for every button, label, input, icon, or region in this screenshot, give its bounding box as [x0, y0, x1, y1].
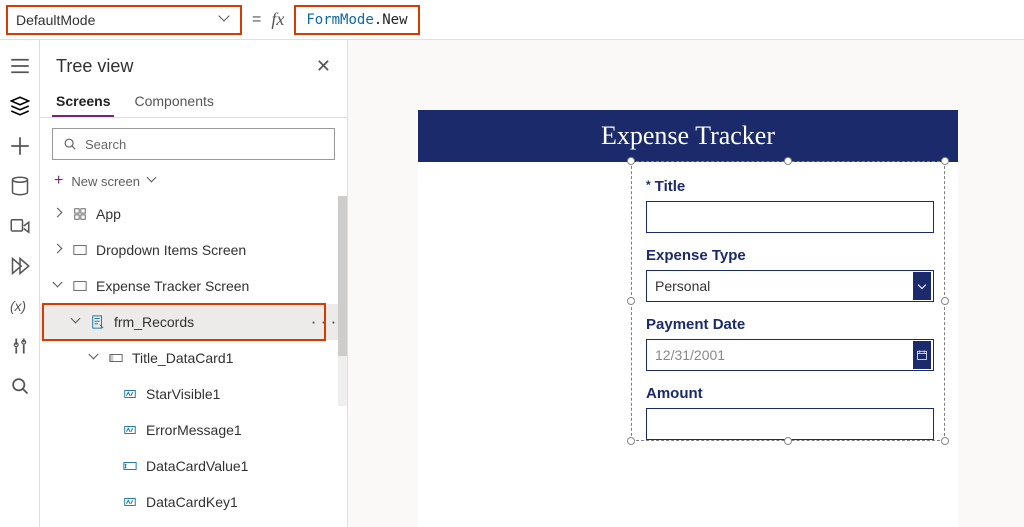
field-label-title: *Title: [646, 178, 934, 195]
chevron-down-icon: [54, 281, 64, 291]
formula-token-member: New: [382, 12, 407, 28]
tree-node-datacardkey[interactable]: DataCardKey1: [40, 484, 347, 520]
chevron-down-icon: [72, 317, 82, 327]
screen-icon: [72, 242, 88, 258]
resize-handle[interactable]: [941, 297, 949, 305]
dropdown-button[interactable]: [913, 272, 931, 300]
property-selector-value: DefaultMode: [16, 12, 95, 28]
chevron-right-icon: [54, 245, 64, 255]
title-input[interactable]: [646, 201, 934, 233]
new-screen-button[interactable]: + New screen: [40, 166, 347, 196]
tree-node-label: DataCardValue1: [146, 458, 248, 474]
tree-node-label: DataCardKey1: [146, 494, 238, 510]
tree-node-datacardvalue[interactable]: DataCardValue1: [40, 448, 347, 484]
tree-node-expense-screen[interactable]: Expense Tracker Screen: [40, 268, 347, 304]
variables-icon[interactable]: (x): [10, 296, 30, 316]
search-placeholder: Search: [85, 137, 126, 152]
tree-node-title-datacard[interactable]: Title_DataCard1: [40, 340, 347, 376]
more-options-icon[interactable]: · · ·: [312, 315, 337, 330]
chevron-down-icon: [220, 14, 232, 26]
app-header: Expense Tracker: [418, 110, 958, 162]
svg-text:(x): (x): [10, 299, 26, 314]
field-label-amount: Amount: [646, 385, 934, 402]
required-star-icon: *: [646, 178, 651, 192]
fx-icon: fx: [271, 9, 284, 30]
tree-node-label: StarVisible1: [146, 386, 220, 402]
data-icon[interactable]: [10, 176, 30, 196]
resize-handle[interactable]: [627, 157, 635, 165]
tree-node-label: Title_DataCard1: [132, 350, 233, 366]
search-icon: [63, 137, 77, 151]
field-label-expense-type: Expense Type: [646, 247, 934, 264]
formula-token-type: FormMode: [306, 12, 373, 28]
expense-type-value: Personal: [655, 278, 710, 294]
app-body: *Title Expense Type Personal Payment Dat…: [418, 162, 958, 527]
property-selector[interactable]: DefaultMode: [6, 5, 242, 35]
field-label-payment-date: Payment Date: [646, 316, 934, 333]
chevron-down-icon: [148, 176, 158, 186]
tab-components[interactable]: Components: [130, 87, 217, 117]
tree-node-label: ErrorMessage1: [146, 422, 242, 438]
equals-sign: =: [252, 11, 261, 29]
design-canvas[interactable]: Expense Tracker *Title Expense Type: [348, 40, 1024, 527]
close-icon[interactable]: ✕: [316, 56, 331, 77]
tree-node-label: App: [96, 206, 121, 222]
search-input[interactable]: Search: [52, 128, 335, 160]
datacard-icon: [108, 350, 124, 366]
chevron-down-icon: [918, 280, 926, 288]
main-area: (x) Tree view ✕ Screens Components Searc…: [0, 40, 1024, 527]
label-icon: [122, 494, 138, 510]
app-title: Expense Tracker: [601, 121, 775, 151]
formula-token-dot: .: [374, 12, 382, 28]
resize-handle[interactable]: [784, 157, 792, 165]
search-icon[interactable]: [10, 376, 30, 396]
tree-node-label: frm_Records: [114, 314, 194, 330]
power-automate-icon[interactable]: [10, 256, 30, 276]
expense-type-dropdown[interactable]: Personal: [646, 270, 934, 302]
tree-node-label: Expense Tracker Screen: [96, 278, 249, 294]
chevron-right-icon: [54, 209, 64, 219]
resize-handle[interactable]: [941, 157, 949, 165]
tree-node-dropdown-screen[interactable]: Dropdown Items Screen: [40, 232, 347, 268]
screen-icon: [72, 278, 88, 294]
tab-screens[interactable]: Screens: [52, 87, 114, 117]
resize-handle[interactable]: [627, 437, 635, 445]
form-frm-records[interactable]: *Title Expense Type Personal Payment Dat…: [632, 162, 944, 440]
resize-handle[interactable]: [941, 437, 949, 445]
payment-date-picker[interactable]: 12/31/2001: [646, 339, 934, 371]
formula-input[interactable]: FormMode.New: [294, 5, 419, 35]
plus-icon: +: [54, 172, 63, 190]
tree-node-starvisible[interactable]: StarVisible1: [40, 376, 347, 412]
calendar-icon: [916, 349, 928, 361]
new-screen-label: New screen: [71, 174, 140, 189]
tree-node-errormessage[interactable]: ErrorMessage1: [40, 412, 347, 448]
formula-bar: DefaultMode = fx FormMode.New: [0, 0, 1024, 40]
chevron-down-icon: [90, 353, 100, 363]
scrollbar-thumb[interactable]: [338, 196, 347, 356]
insert-icon[interactable]: [10, 136, 30, 156]
amount-input[interactable]: [646, 408, 934, 440]
tree-list: App Dropdown Items Screen Expense Tracke…: [40, 196, 347, 527]
media-icon[interactable]: [10, 216, 30, 236]
tree-node-frm-records[interactable]: frm_Records · · ·: [40, 304, 347, 340]
textinput-icon: [122, 458, 138, 474]
label-icon: [122, 386, 138, 402]
hamburger-icon[interactable]: [10, 56, 30, 76]
advanced-tools-icon[interactable]: [10, 336, 30, 356]
tree-node-label: Dropdown Items Screen: [96, 242, 246, 258]
left-icon-rail: (x): [0, 40, 40, 527]
app-icon: [72, 206, 88, 222]
label-icon: [122, 422, 138, 438]
form-icon: [90, 314, 106, 330]
resize-handle[interactable]: [627, 297, 635, 305]
resize-handle[interactable]: [784, 437, 792, 445]
payment-date-value: 12/31/2001: [655, 347, 725, 363]
tree-node-app[interactable]: App: [40, 196, 347, 232]
tree-view-title: Tree view: [56, 56, 133, 77]
tree-view-icon[interactable]: [10, 96, 30, 116]
tree-view-panel: Tree view ✕ Screens Components Search + …: [40, 40, 348, 527]
calendar-button[interactable]: [913, 341, 931, 369]
